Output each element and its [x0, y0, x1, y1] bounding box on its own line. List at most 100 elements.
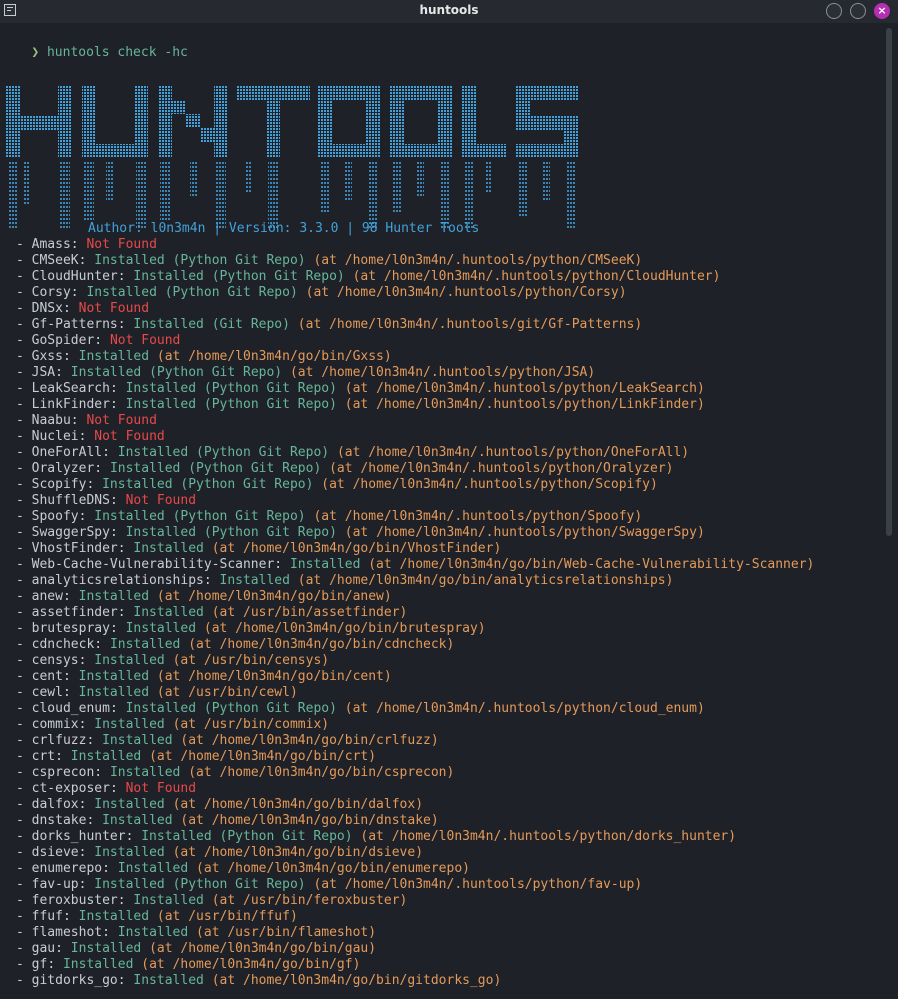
window-title: huntools — [419, 3, 479, 17]
tool-name: cdncheck — [31, 637, 95, 652]
tool-kind: (Python Git Repo) — [149, 365, 283, 380]
tool-name: DNSx — [31, 301, 63, 316]
tool-line: - enumerepo: Installed (at /home/l0n3m4n… — [16, 861, 470, 876]
tool-status: Not Found — [86, 413, 157, 428]
tool-name: CloudHunter — [31, 269, 118, 284]
tool-status: Installed — [94, 877, 165, 892]
tool-line: - Corsy: Installed (Python Git Repo) (at… — [16, 285, 627, 300]
tool-line: - censys: Installed (at /usr/bin/censys) — [16, 653, 330, 668]
close-button[interactable]: × — [874, 3, 890, 19]
minimize-button[interactable] — [826, 3, 842, 19]
tool-status: Installed — [86, 285, 157, 300]
tool-path: (at /home/l0n3m4n/.huntools/python/cloud… — [344, 701, 705, 716]
tool-line: - cewl: Installed (at /usr/bin/cewl) — [16, 685, 298, 700]
tool-path: (at /usr/bin/assetfinder) — [211, 605, 408, 620]
scrollbar[interactable] — [886, 28, 892, 536]
tool-name: dnstake — [31, 813, 87, 828]
tool-status: Installed — [94, 509, 165, 524]
tool-kind: (Python Git Repo) — [219, 829, 353, 844]
tool-path: (at /home/l0n3m4n/.huntools/python/Corsy… — [305, 285, 627, 300]
tool-status: Installed — [117, 445, 189, 460]
tool-path: (at /home/l0n3m4n/.huntools/python/LeakS… — [344, 381, 705, 396]
tool-line: - CMSeeK: Installed (Python Git Repo) (a… — [16, 253, 643, 268]
tool-status: Installed — [70, 749, 142, 764]
tool-status: Installed — [133, 893, 204, 908]
tool-line: - feroxbuster: Installed (at /usr/bin/fe… — [16, 893, 408, 908]
tool-line: - SwaggerSpy: Installed (Python Git Repo… — [16, 525, 705, 540]
tool-line: - commix: Installed (at /usr/bin/commix) — [16, 717, 330, 732]
tool-line: - dalfox: Installed (at /home/l0n3m4n/go… — [16, 797, 424, 812]
tool-name: ShuffleDNS — [31, 493, 110, 508]
tool-name: flameshot — [31, 925, 103, 940]
tool-path: (at /usr/bin/ffuf) — [156, 909, 298, 924]
tool-path: (at /home/l0n3m4n/.huntools/python/dorks… — [360, 829, 737, 844]
tool-path: (at /home/l0n3m4n/go/bin/enumerepo) — [196, 861, 470, 876]
tool-line: - Spoofy: Installed (Python Git Repo) (a… — [16, 509, 643, 524]
tool-line: - ct-exposer: Not Found — [16, 781, 197, 796]
tool-path: (at /home/l0n3m4n/go/bin/analyticsrelati… — [297, 573, 674, 588]
tool-path: (at /home/l0n3m4n/go/bin/dsieve) — [172, 845, 424, 860]
tool-status: Installed — [102, 813, 173, 828]
tool-kind: (Python Git Repo) — [203, 397, 337, 412]
tool-kind: (Python Git Repo) — [203, 525, 337, 540]
tool-path: (at /home/l0n3m4n/.huntools/python/Scopi… — [321, 477, 658, 492]
tool-kind: (Python Git Repo) — [203, 381, 337, 396]
tool-name: ct-exposer — [31, 781, 110, 796]
tool-name: SwaggerSpy — [31, 525, 110, 540]
terminal-output[interactable]: ❯ huntools check -hc Author: l0n3m4n | V… — [0, 23, 886, 999]
tool-name: CMSeeK — [31, 253, 79, 268]
tool-status: Installed — [125, 381, 197, 396]
tool-path: (at /home/l0n3m4n/go/bin/cdncheck) — [188, 637, 455, 652]
tool-name: gf — [31, 957, 48, 972]
tool-path: (at /home/l0n3m4n/go/bin/crlfuzz) — [180, 733, 439, 748]
tool-line: - DNSx: Not Found — [16, 301, 150, 316]
tool-line: - JSA: Installed (Python Git Repo) (at /… — [16, 365, 596, 380]
tool-status: Not Found — [125, 493, 197, 508]
tool-line: - brutespray: Installed (at /home/l0n3m4… — [16, 621, 486, 636]
tool-line: - LinkFinder: Installed (Python Git Repo… — [16, 397, 705, 412]
tool-status: Installed — [78, 909, 150, 924]
tool-path: (at /usr/bin/commix) — [172, 717, 330, 732]
tool-path: (at /usr/bin/censys) — [172, 653, 330, 668]
tool-kind: (Python Git Repo) — [188, 461, 322, 476]
tool-name: analyticsrelationships — [31, 573, 204, 588]
tool-line: - Gxss: Installed (at /home/l0n3m4n/go/b… — [16, 349, 392, 364]
command-line: ❯ huntools check -hc — [0, 29, 188, 60]
tool-path: (at /home/l0n3m4n/go/bin/gf) — [141, 957, 361, 972]
tool-name: enumerepo — [31, 861, 103, 876]
tool-name: LinkFinder — [31, 397, 110, 412]
tool-line: - ShuffleDNS: Not Found — [16, 493, 197, 508]
tool-status: Installed — [94, 845, 165, 860]
tool-line: - dorks_hunter: Installed (Python Git Re… — [16, 829, 737, 844]
tool-name: cent — [31, 669, 63, 684]
tool-line: - Naabu: Not Found — [16, 413, 157, 428]
tool-name: crt — [31, 749, 56, 764]
tool-name: JSA — [31, 365, 56, 380]
tool-path: (at /home/l0n3m4n/.huntools/python/LinkF… — [344, 397, 705, 412]
tool-path: (at /home/l0n3m4n/.huntools/python/Cloud… — [352, 269, 721, 284]
tool-line: - OneForAll: Installed (Python Git Repo)… — [16, 445, 690, 460]
tool-name: dsieve — [31, 845, 79, 860]
tool-line: - gitdorks_go: Installed (at /home/l0n3m… — [16, 973, 502, 988]
tool-path: (at /home/l0n3m4n/.huntools/python/Swagg… — [344, 525, 705, 540]
tool-name: LeakSearch — [31, 381, 110, 396]
tool-status: Installed — [70, 365, 142, 380]
tool-status: Installed — [125, 621, 197, 636]
tool-name: fav-up — [31, 877, 79, 892]
tool-line: - cent: Installed (at /home/l0n3m4n/go/b… — [16, 669, 392, 684]
tool-line: - VhostFinder: Installed (at /home/l0n3m… — [16, 541, 502, 556]
tool-name: csprecon — [31, 765, 95, 780]
tool-line: - cloud_enum: Installed (Python Git Repo… — [16, 701, 705, 716]
tool-path: (at /home/l0n3m4n/go/bin/csprecon) — [188, 765, 455, 780]
tool-line: - crt: Installed (at /home/l0n3m4n/go/bi… — [16, 749, 377, 764]
tool-name: Scopify — [31, 477, 87, 492]
tool-status: Installed — [117, 925, 189, 940]
tool-status: Not Found — [78, 301, 150, 316]
tool-path: (at /home/l0n3m4n/.huntools/git/Gf-Patte… — [297, 317, 643, 332]
tool-path: (at /home/l0n3m4n/go/bin/gitdorks_go) — [211, 973, 502, 988]
tool-status: Installed — [102, 477, 173, 492]
tool-name: dorks_hunter — [31, 829, 126, 844]
tool-status: Installed — [133, 269, 204, 284]
maximize-button[interactable] — [850, 3, 866, 19]
tool-line: - Oralyzer: Installed (Python Git Repo) … — [16, 461, 674, 476]
